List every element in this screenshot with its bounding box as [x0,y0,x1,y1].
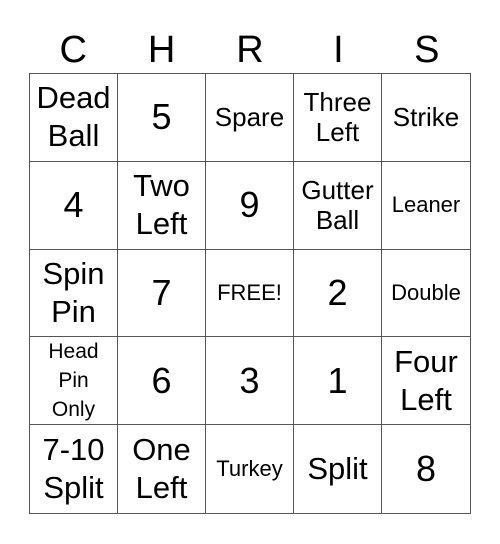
header-letter-s: S [414,29,440,71]
bingo-cell-label: Four Left [394,343,458,417]
bingo-cell[interactable]: Four Left [382,337,470,426]
bingo-cell[interactable]: Spin Pin [30,249,118,338]
bingo-cell-label: 1 [327,359,348,401]
bingo-cell-label: 3 [239,359,260,401]
bingo-cell-label: Strike [392,102,460,133]
bingo-cell-label: Two Left [133,168,190,242]
bingo-cell[interactable]: 3 [206,337,294,426]
header-letter-c: C [59,29,87,71]
bingo-cell-label: Head Pin Only [48,340,99,422]
header-letter-r: R [236,29,264,71]
bingo-cell[interactable]: FREE! [206,249,294,338]
bingo-cell-label: Leaner [391,192,461,218]
bingo-cell-label: 7-10 Split [42,432,105,506]
bingo-cell[interactable]: 2 [294,249,382,338]
bingo-cell[interactable]: Spare [206,74,294,162]
bingo-card-grid: Dead Ball 5 Spare Three Left Strike 4 Two Left… [29,73,471,514]
bingo-cell-label: Dead Ball [36,80,111,154]
bingo-cell[interactable]: 6 [118,337,206,426]
bingo-cell-label: 2 [327,271,348,313]
bingo-cell-label: One Left [132,432,191,506]
bingo-cell[interactable]: Dead Ball [30,74,118,162]
bingo-cell-label: Double [391,279,461,305]
bingo-cell-label: Spare [214,102,285,133]
bingo-cell-label: 9 [239,184,260,226]
bingo-cell-label: 5 [151,96,172,138]
bingo-cell-label: 8 [415,448,437,490]
bingo-cell[interactable]: Split [294,425,382,513]
bingo-cell[interactable]: Three Left [294,74,382,162]
bingo-cell[interactable]: 1 [294,337,382,426]
bingo-cell[interactable]: 7 [118,249,206,338]
bingo-cell-label: 4 [63,184,84,226]
bingo-header: C H R I S [29,28,471,72]
bingo-cell[interactable]: 4 [30,161,118,250]
bingo-cell[interactable]: Leaner [382,162,470,250]
bingo-cell[interactable]: Two Left [118,161,206,250]
header-letter-i: I [333,29,344,71]
bingo-cell[interactable]: Head Pin Only [30,337,118,426]
bingo-cell-label: 6 [151,359,172,401]
header-letter-h: H [147,29,176,71]
bingo-cell[interactable]: Strike [382,74,470,162]
bingo-cell[interactable]: Gutter Ball [294,161,382,250]
bingo-cell-label: Turkey [216,456,283,482]
bingo-cell-label: Gutter Ball [301,175,374,236]
bingo-cell[interactable]: One Left [118,425,206,513]
bingo-cell-label: Spin Pin [42,255,105,329]
bingo-cell-label: FREE! [217,279,282,305]
bingo-cell[interactable]: Turkey [206,425,294,513]
bingo-cell-label: Split [307,451,368,487]
bingo-cell[interactable]: 9 [206,161,294,250]
bingo-cell-label: 7 [151,271,172,313]
bingo-cell[interactable]: 7-10 Split [30,425,118,513]
bingo-cell[interactable]: 8 [382,425,470,513]
bingo-cell[interactable]: 5 [118,74,206,162]
bingo-cell[interactable]: Double [382,250,470,338]
bingo-cell-label: Three Left [303,87,372,148]
